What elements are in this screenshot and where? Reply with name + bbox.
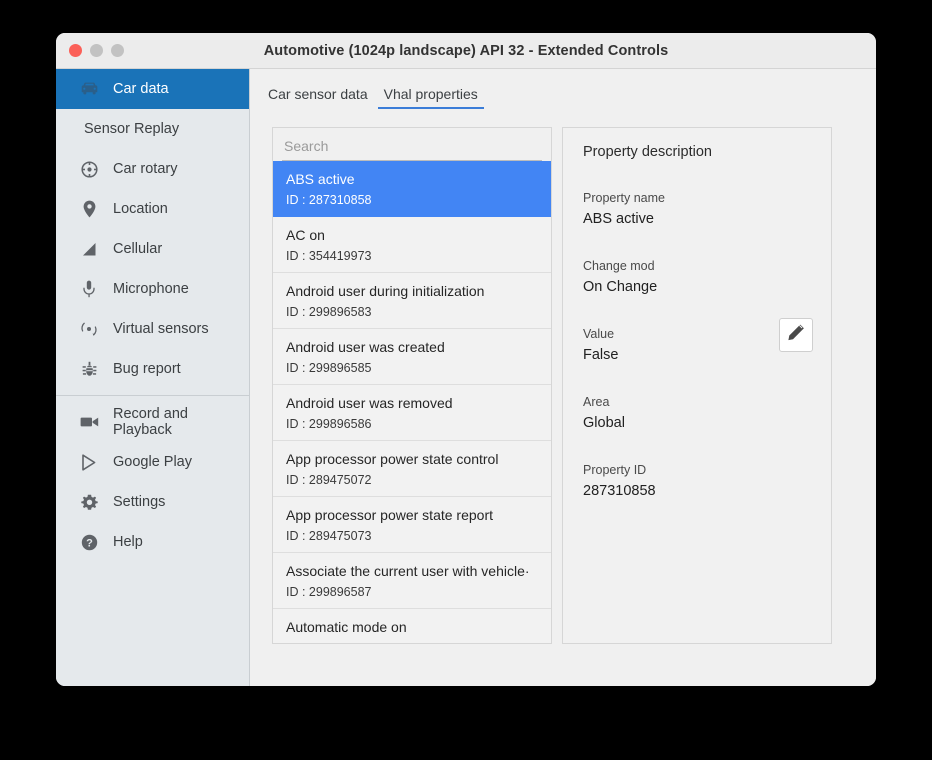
- list-item[interactable]: ABS active ID : 287310858: [273, 161, 551, 217]
- property-id: ID : 289475073: [286, 527, 551, 545]
- sidebar-item-label: Bug report: [113, 361, 181, 377]
- window-title: Automotive (1024p landscape) API 32 - Ex…: [56, 43, 876, 59]
- field-value: Value False: [583, 326, 811, 366]
- panel-title: Property description: [583, 144, 811, 160]
- list-item[interactable]: App processor power state report ID : 28…: [273, 497, 551, 553]
- sidebar-item-label: Car data: [113, 81, 169, 97]
- sidebar-item-bug-report[interactable]: Bug report: [56, 349, 249, 389]
- property-description-panel: Property description Property name ABS a…: [562, 127, 832, 644]
- sidebar-item-label: Location: [113, 201, 168, 217]
- property-list[interactable]: ABS active ID : 287310858 AC on ID : 354…: [273, 161, 551, 643]
- svg-text:?: ?: [86, 537, 93, 549]
- tab-bar: Car sensor data Vhal properties: [250, 69, 876, 109]
- car-icon: [78, 79, 100, 99]
- property-name: ABS active: [286, 170, 551, 188]
- tab-label: Car sensor data: [268, 86, 368, 102]
- main-content: Car sensor data Vhal properties ABS acti…: [250, 69, 876, 686]
- field-value: ABS active: [583, 208, 811, 230]
- property-id: ID : 354419973: [286, 247, 551, 265]
- sidebar-item-virtual-sensors[interactable]: Virtual sensors: [56, 309, 249, 349]
- property-name: AC on: [286, 226, 551, 244]
- property-name: Associate the current user with vehicle·: [286, 562, 551, 580]
- sidebar-item-record-and-playback[interactable]: Record and Playback: [56, 402, 249, 442]
- sidebar-item-google-play[interactable]: Google Play: [56, 442, 249, 482]
- property-id: ID : 299896583: [286, 303, 551, 321]
- sidebar-item-label: Car rotary: [113, 161, 177, 177]
- sidebar-item-microphone[interactable]: Microphone: [56, 269, 249, 309]
- search-bar: [273, 128, 551, 161]
- sidebar-item-label: Cellular: [113, 241, 162, 257]
- sidebar-item-car-data[interactable]: Car data: [56, 69, 249, 109]
- search-input[interactable]: [282, 135, 542, 161]
- tab-car-sensor-data[interactable]: Car sensor data: [260, 86, 376, 109]
- property-id: ID : 354419978: [286, 639, 551, 643]
- sidebar-item-car-rotary[interactable]: Car rotary: [56, 149, 249, 189]
- field-value: False: [583, 344, 811, 366]
- microphone-icon: [78, 279, 100, 299]
- property-list-panel: ABS active ID : 287310858 AC on ID : 354…: [272, 127, 552, 644]
- list-item[interactable]: Android user during initialization ID : …: [273, 273, 551, 329]
- property-name: App processor power state report: [286, 506, 551, 524]
- edit-value-button[interactable]: [779, 318, 813, 352]
- list-item[interactable]: App processor power state control ID : 2…: [273, 441, 551, 497]
- list-item[interactable]: Associate the current user with vehicle·…: [273, 553, 551, 609]
- extended-controls-window: Automotive (1024p landscape) API 32 - Ex…: [56, 33, 876, 686]
- sidebar-item-label: Virtual sensors: [113, 321, 209, 337]
- rotary-icon: [78, 159, 100, 179]
- field-label: Change mod: [583, 258, 811, 275]
- sidebar-item-label: Settings: [113, 494, 165, 510]
- sidebar-item-settings[interactable]: Settings: [56, 482, 249, 522]
- sidebar-item-sensor-replay[interactable]: Sensor Replay: [56, 109, 249, 149]
- gear-icon: [78, 492, 100, 512]
- sidebar-item-label: Record and Playback: [113, 406, 249, 438]
- field-value: 287310858: [583, 480, 811, 502]
- sidebar-item-help[interactable]: ? Help: [56, 522, 249, 562]
- field-area: Area Global: [583, 394, 811, 434]
- list-item[interactable]: Android user was removed ID : 299896586: [273, 385, 551, 441]
- property-name: Android user during initialization: [286, 282, 551, 300]
- property-id: ID : 299896585: [286, 359, 551, 377]
- title-bar: Automotive (1024p landscape) API 32 - Ex…: [56, 33, 876, 69]
- property-id: ID : 287310858: [286, 191, 551, 209]
- field-label: Area: [583, 394, 811, 411]
- cellular-signal-icon: [78, 239, 100, 259]
- panels-container: ABS active ID : 287310858 AC on ID : 354…: [272, 127, 832, 644]
- field-label: Property ID: [583, 462, 811, 479]
- property-name: Android user was created: [286, 338, 551, 356]
- property-id: ID : 299896587: [286, 583, 551, 601]
- tab-label: Vhal properties: [384, 86, 478, 102]
- sidebar-item-label: Google Play: [113, 454, 192, 470]
- field-property-id: Property ID 287310858: [583, 462, 811, 502]
- help-circle-icon: ?: [78, 532, 100, 552]
- tab-vhal-properties[interactable]: Vhal properties: [376, 86, 486, 109]
- field-value: Global: [583, 412, 811, 434]
- field-label: Value: [583, 326, 811, 343]
- edit-pencil-icon: [787, 323, 806, 347]
- field-change-mod: Change mod On Change: [583, 258, 811, 298]
- sidebar-item-location[interactable]: Location: [56, 189, 249, 229]
- field-value: On Change: [583, 276, 811, 298]
- location-pin-icon: [78, 199, 100, 219]
- google-play-icon: [78, 452, 100, 472]
- property-name: Android user was removed: [286, 394, 551, 412]
- property-name: App processor power state control: [286, 450, 551, 468]
- sidebar-item-label: Sensor Replay: [84, 121, 179, 137]
- sidebar-item-label: Help: [113, 534, 143, 550]
- sidebar-item-cellular[interactable]: Cellular: [56, 229, 249, 269]
- field-property-name: Property name ABS active: [583, 190, 811, 230]
- property-id: ID : 289475072: [286, 471, 551, 489]
- bug-icon: [78, 359, 100, 379]
- sidebar: Car data Sensor Replay Car rotary Locati…: [56, 69, 250, 686]
- list-item[interactable]: AC on ID : 354419973: [273, 217, 551, 273]
- list-item[interactable]: Android user was created ID : 299896585: [273, 329, 551, 385]
- sidebar-item-label: Microphone: [113, 281, 189, 297]
- virtual-sensors-icon: [78, 319, 100, 339]
- property-name: Automatic mode on: [286, 618, 551, 636]
- field-label: Property name: [583, 190, 811, 207]
- list-item[interactable]: Automatic mode on ID : 354419978: [273, 609, 551, 643]
- sidebar-divider: [56, 395, 249, 396]
- video-camera-icon: [78, 412, 100, 432]
- property-id: ID : 299896586: [286, 415, 551, 433]
- window-body: Car data Sensor Replay Car rotary Locati…: [56, 69, 876, 686]
